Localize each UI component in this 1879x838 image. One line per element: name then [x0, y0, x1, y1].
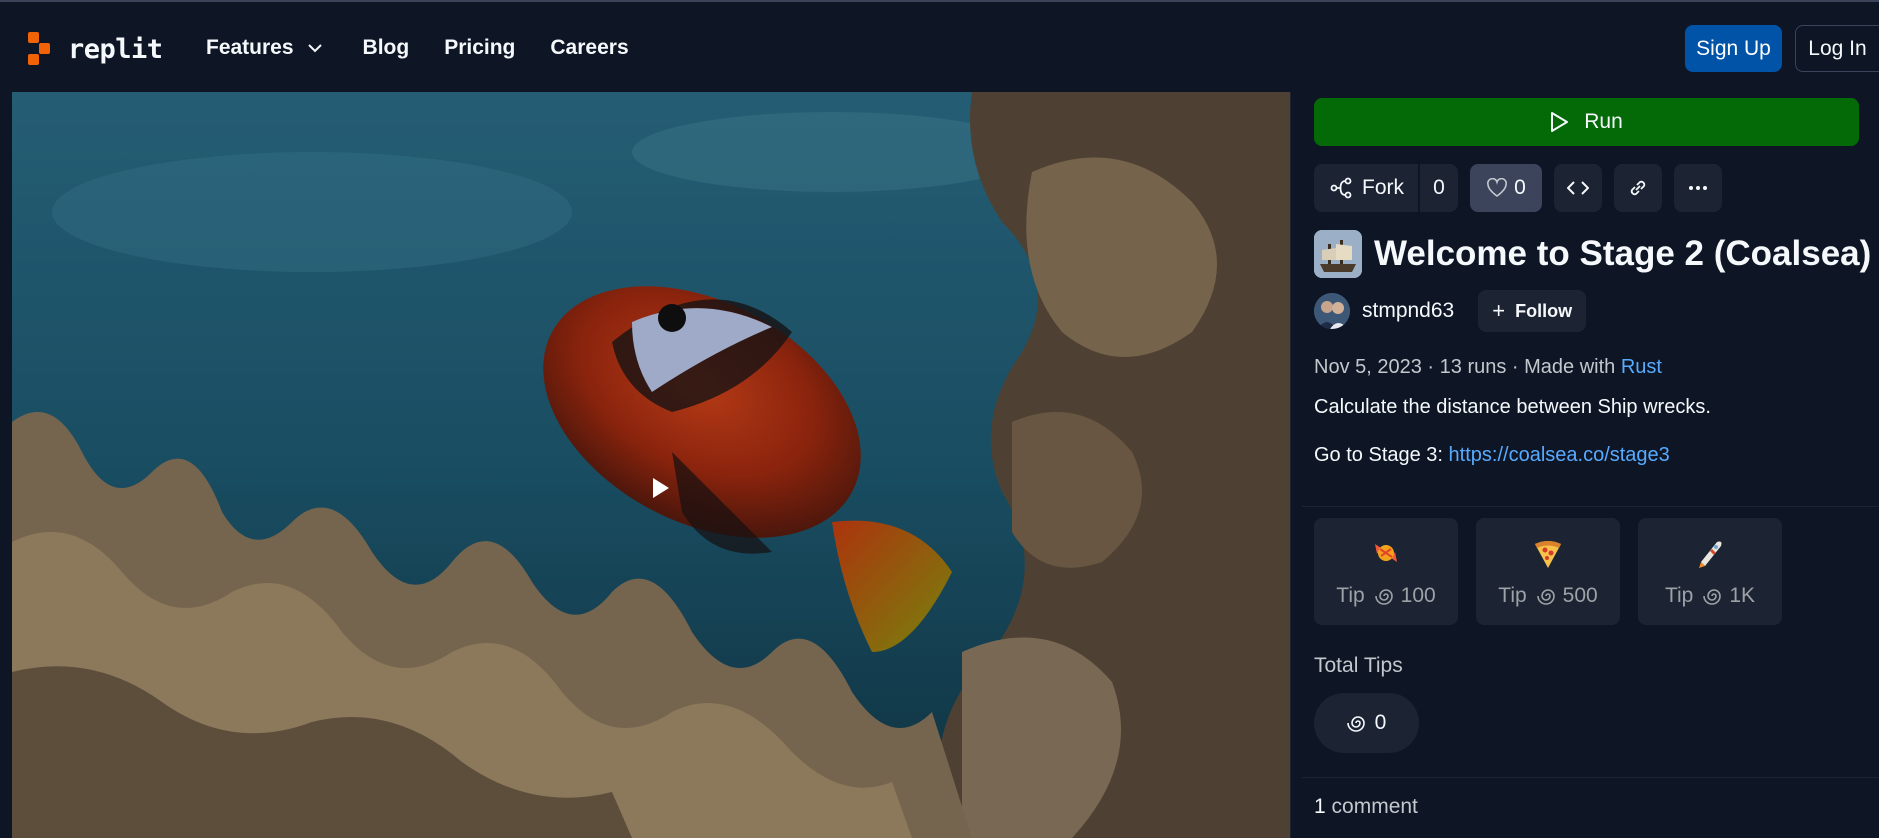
nav-pricing[interactable]: Pricing [444, 36, 515, 60]
run-label: Run [1584, 110, 1623, 133]
code-icon [1567, 181, 1589, 195]
tip-500-label: Tip 500 [1498, 584, 1597, 608]
meta-separator: · [1427, 356, 1440, 378]
meta-separator: · [1511, 356, 1525, 378]
author-row: stmpnd63 + Follow [1314, 290, 1859, 332]
author-avatar[interactable] [1314, 293, 1350, 329]
follow-button[interactable]: + Follow [1478, 290, 1587, 332]
tip-100-label: Tip 100 [1336, 584, 1435, 608]
nav-features-label: Features [206, 36, 294, 59]
tip-100-button[interactable]: Tip 100 [1314, 518, 1458, 625]
fork-label: Fork [1362, 176, 1404, 199]
embed-code-button[interactable] [1554, 164, 1602, 212]
cycles-icon [1536, 588, 1555, 605]
tip-label-text: Tip [1498, 583, 1527, 607]
section-divider [1302, 506, 1879, 507]
fork-icon [1330, 177, 1352, 199]
cover-shade [12, 92, 1290, 838]
stage-link[interactable]: https://coalsea.co/stage3 [1449, 444, 1670, 466]
tip-1k-button[interactable]: Tip 1K [1638, 518, 1782, 625]
stage-prefix: Go to Stage 3: [1314, 444, 1443, 466]
fork-count: 0 [1418, 164, 1458, 212]
tip-amount: 1K [1729, 583, 1756, 607]
section-divider [1302, 777, 1879, 778]
cycles-icon [1374, 588, 1393, 605]
rocket-icon [1699, 541, 1722, 568]
cycles-icon [1703, 588, 1722, 605]
total-tips-label: Total Tips [1314, 654, 1403, 677]
total-tips-value: 0 [1374, 711, 1387, 734]
candy-icon [1375, 543, 1397, 562]
panel-divider [1290, 92, 1291, 838]
login-button[interactable]: Log In [1795, 25, 1879, 72]
like-count: 0 [1514, 176, 1526, 199]
repl-date: Nov 5, 2023 [1314, 356, 1422, 378]
stage-line: Go to Stage 3: https://coalsea.co/stage3 [1314, 441, 1859, 469]
plus-icon: + [1492, 298, 1506, 323]
author-name[interactable]: stmpnd63 [1362, 299, 1454, 323]
repl-meta: Nov 5, 2023 · 13 runs · Made with Rust [1314, 356, 1859, 379]
more-options-button[interactable] [1674, 164, 1722, 212]
made-with-label: Made with [1524, 356, 1616, 378]
cycles-icon [1346, 716, 1365, 732]
nav-careers[interactable]: Careers [550, 36, 628, 60]
tip-label-text: Tip [1664, 583, 1694, 607]
logo-text: replit [68, 33, 163, 65]
ellipsis-icon [1689, 186, 1707, 190]
action-bar: Fork 0 0 [1314, 164, 1859, 212]
replit-logo[interactable]: replit [28, 32, 163, 66]
play-icon[interactable] [652, 477, 670, 499]
follow-label: Follow [1515, 300, 1573, 321]
repl-runs: 13 runs [1439, 356, 1507, 378]
comments-heading: 1 comment [1314, 795, 1418, 819]
copy-link-button[interactable] [1614, 164, 1662, 212]
tip-1k-label: Tip 1K [1665, 584, 1755, 608]
replit-logo-icon [28, 32, 56, 66]
link-icon [1630, 180, 1646, 196]
heart-icon [1487, 178, 1508, 197]
pizza-icon [1535, 540, 1561, 568]
tips-row: Tip 100 Tip 500 Tip 1K [1314, 518, 1800, 625]
main-nav: Features Blog Pricing Careers [206, 36, 664, 60]
repl-description: Calculate the distance between Ship wrec… [1314, 393, 1859, 469]
title-row: Welcome to Stage 2 (Coalsea) [1314, 230, 1871, 278]
tip-label-text: Tip [1336, 583, 1365, 607]
total-tips-badge: 0 [1314, 693, 1419, 753]
nav-features[interactable]: Features [206, 36, 328, 60]
comment-label: comment [1331, 795, 1418, 818]
signup-button[interactable]: Sign Up [1685, 25, 1782, 72]
tip-amount: 100 [1400, 583, 1436, 607]
comment-count: 1 [1314, 795, 1326, 818]
run-button[interactable]: Run [1314, 98, 1859, 146]
fork-button[interactable]: Fork [1314, 164, 1418, 212]
repl-title: Welcome to Stage 2 (Coalsea) [1374, 234, 1872, 273]
chevron-down-icon [307, 43, 322, 52]
description-text: Calculate the distance between Ship wrec… [1314, 396, 1711, 418]
language-link[interactable]: Rust [1621, 356, 1662, 378]
nav-blog[interactable]: Blog [363, 36, 410, 60]
site-header: replit Features Blog Pricing Careers Sig… [0, 2, 1879, 92]
play-icon [1551, 112, 1569, 132]
tip-500-button[interactable]: Tip 500 [1476, 518, 1620, 625]
like-button[interactable]: 0 [1470, 164, 1542, 212]
cover-video[interactable] [12, 92, 1290, 838]
fork-group: Fork 0 [1314, 164, 1458, 212]
tip-amount: 500 [1562, 583, 1598, 607]
repl-icon [1314, 230, 1362, 278]
repl-details: Run Fork 0 0 Welcome to Stage 2 (Coalsea… [1314, 98, 1871, 469]
